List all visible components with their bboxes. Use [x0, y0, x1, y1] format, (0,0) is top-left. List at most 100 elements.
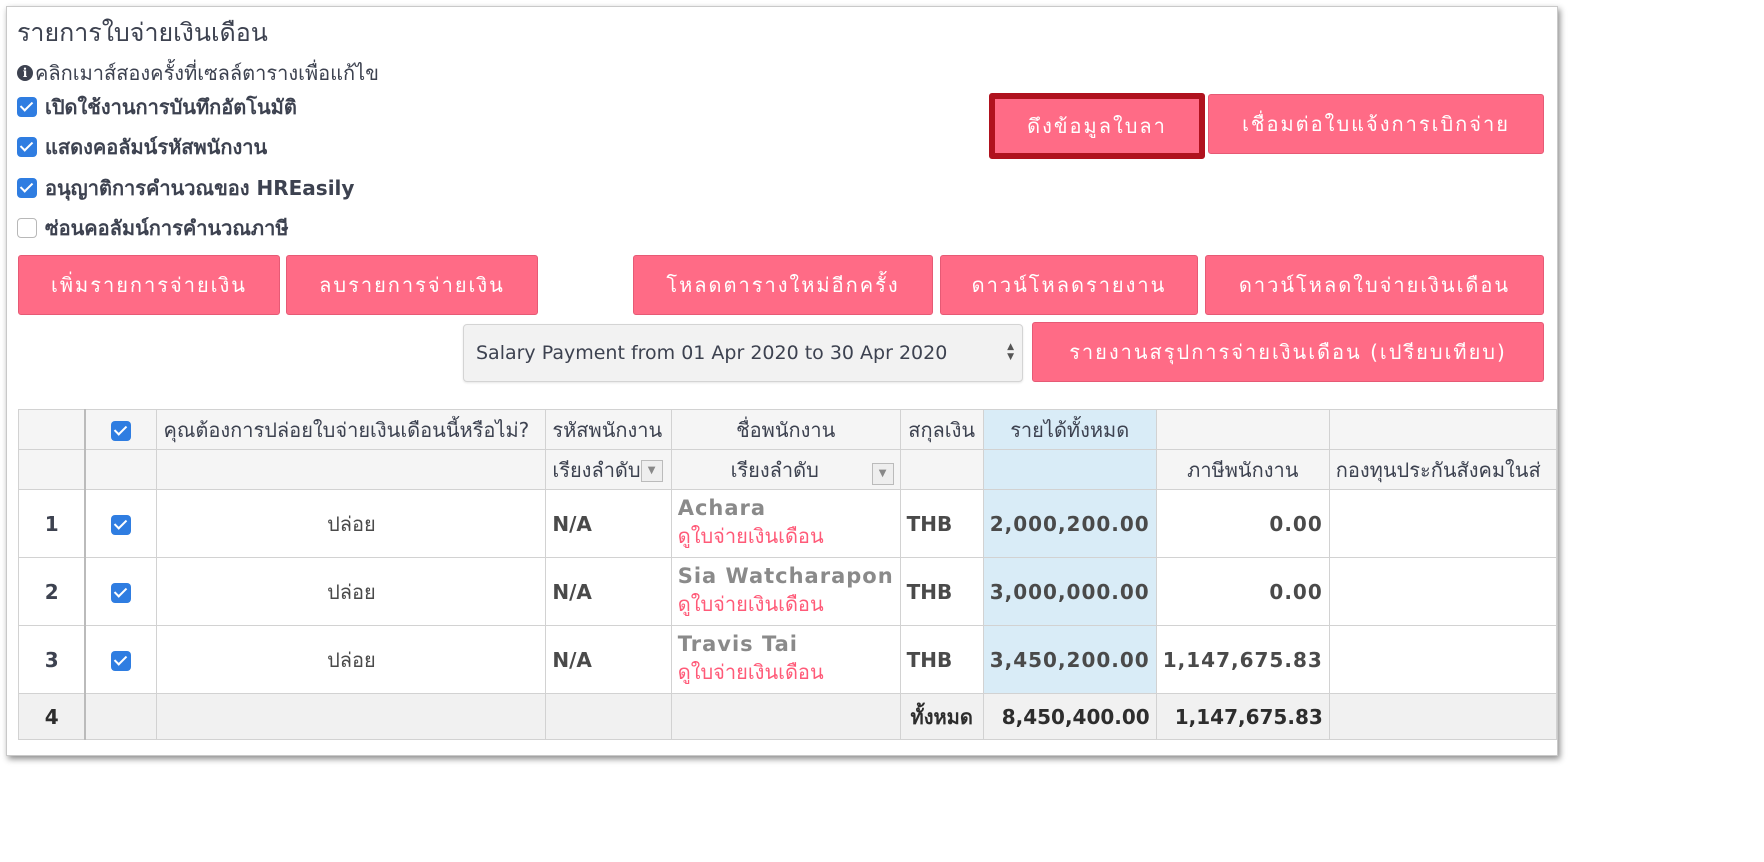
subheader-empty-2 [156, 449, 547, 490]
link-expense-button[interactable]: เชื่อมต่อใบแจ้งการเบิกจ่าย [1208, 94, 1544, 154]
social-fund-cell[interactable] [1328, 625, 1557, 694]
hint-text: คลิกเมาส์สองครั้งที่เซลล์ตารางเพื่อแก้ไข [35, 61, 379, 85]
option-show-emp-code[interactable]: แสดงคอลัมน์รหัสพนักงาน [17, 131, 267, 163]
emp-code-cell[interactable]: N/A [545, 489, 672, 558]
allow-calc-checkbox[interactable] [17, 178, 37, 198]
header-emp-code[interactable]: รหัสพนักงาน [545, 409, 672, 450]
corner-cell [18, 409, 87, 450]
total-empty-1 [84, 693, 158, 740]
add-payment-button[interactable]: เพิ่มรายการจ่ายเงิน [18, 255, 280, 315]
summary-report-button[interactable]: รายงานสรุปการจ่ายเงินเดือน (เปรียบเทียบ) [1032, 322, 1544, 382]
table-row[interactable]: 2 ปล่อย N/A Sia Watcharapon ดูใบจ่ายเงิน… [18, 557, 1557, 626]
hide-tax-checkbox[interactable] [17, 218, 37, 238]
total-row: 4 ทั้งหมด 8,450,400.00 1,147,675.83 [18, 693, 1557, 740]
view-payslip-link[interactable]: ดูใบจ่ายเงินเดือน [678, 520, 894, 552]
row-number: 2 [18, 557, 87, 626]
subheader-empty-3 [899, 449, 984, 490]
row-checkbox[interactable] [111, 583, 132, 603]
tax-cell[interactable]: 0.00 [1155, 489, 1330, 558]
total-tax: 1,147,675.83 [1155, 693, 1330, 740]
social-fund-cell[interactable] [1328, 557, 1557, 626]
currency-cell[interactable]: THB [899, 625, 984, 694]
payroll-panel: รายการใบจ่ายเงินเดือน i คลิกเมาส์สองครั้… [6, 6, 1558, 756]
sort-emp-code[interactable]: เรียงลำดับ ▼ [545, 449, 672, 490]
info-icon: i [17, 65, 33, 81]
table-row[interactable]: 1 ปล่อย N/A Achara ดูใบจ่ายเงินเดือน THB… [18, 489, 1557, 558]
emp-name-cell[interactable]: Travis Tai ดูใบจ่ายเงินเดือน [670, 625, 901, 694]
subheader-row: เรียงลำดับ ▼ เรียงลำดับ ▼ ภาษีพนักงาน กองท… [18, 449, 1557, 490]
edit-hint: i คลิกเมาส์สองครั้งที่เซลล์ตารางเพื่อแก้… [17, 57, 379, 89]
social-fund-cell[interactable] [1328, 489, 1557, 558]
header-row: คุณต้องการปล่อยใบจ่ายเงินเดือนนี้หรือไม่… [18, 409, 1557, 450]
header-emp-tax[interactable]: ภาษีพนักงาน [1155, 449, 1330, 490]
sort-emp-code-label: เรียงลำดับ [552, 457, 641, 482]
row-checkbox-cell [84, 557, 158, 626]
filter-icon[interactable]: ▼ [871, 462, 894, 485]
total-empty-2 [156, 693, 547, 740]
download-payslip-button[interactable]: ดาวน์โหลดใบจ่ายเงินเดือน [1205, 255, 1544, 315]
emp-name: Achara [677, 495, 767, 520]
view-payslip-link[interactable]: ดูใบจ่ายเงินเดือน [678, 588, 894, 620]
show-emp-code-label: แสดงคอลัมน์รหัสพนักงาน [45, 135, 268, 159]
header-currency[interactable]: สกุลเงิน [899, 409, 984, 450]
row-checkbox-cell [84, 625, 158, 694]
currency-cell[interactable]: THB [899, 489, 984, 558]
header-emp-name[interactable]: ชื่อพนักงาน [670, 409, 901, 450]
option-allow-calc[interactable]: อนุญาติการคำนวณของ HREasily [17, 172, 354, 204]
period-select[interactable]: Salary Payment from 01 Apr 2020 to 30 Ap… [463, 324, 1023, 382]
hide-tax-label: ซ่อนคอลัมน์การคำนวณภาษี [45, 216, 289, 240]
row-number: 1 [18, 489, 87, 558]
select-all-checkbox[interactable] [111, 421, 132, 441]
row-number: 4 [18, 693, 87, 740]
payroll-table: คุณต้องการปล่อยใบจ่ายเงินเดือนนี้หรือไม่… [18, 409, 1557, 740]
row-checkbox[interactable] [111, 651, 132, 671]
period-select-value: Salary Payment from 01 Apr 2020 to 30 Ap… [476, 342, 948, 364]
page-title: รายการใบจ่ายเงินเดือน [17, 18, 268, 47]
header-social-fund[interactable]: กองทุนประกันสังคมในส่ [1328, 449, 1557, 490]
release-cell[interactable]: ปล่อย [156, 625, 547, 694]
sort-emp-name-label: เรียงลำดับ [730, 457, 819, 482]
header-total-income[interactable]: รายได้ทั้งหมด [982, 409, 1157, 450]
income-cell[interactable]: 3,450,200.00 [982, 625, 1157, 694]
delete-payment-button[interactable]: ลบรายการจ่ายเงิน [286, 255, 538, 315]
fetch-leave-button[interactable]: ดึงข้อมูลใบลา [989, 93, 1205, 159]
emp-name: Sia Watcharapon [677, 563, 894, 588]
allow-calc-label: อนุญาติการคำนวณของ HREasily [45, 176, 355, 200]
filter-icon[interactable]: ▼ [640, 460, 663, 482]
income-cell[interactable]: 3,000,000.00 [982, 557, 1157, 626]
sort-emp-name[interactable]: เรียงลำดับ ▼ [670, 449, 901, 490]
total-income: 8,450,400.00 [982, 693, 1157, 740]
header-empty-1 [1155, 409, 1330, 450]
total-empty-5 [1328, 693, 1557, 740]
table-row[interactable]: 3 ปล่อย N/A Travis Tai ดูใบจ่ายเงินเดือน… [18, 625, 1557, 694]
autosave-label: เปิดใช้งานการบันทึกอัตโนมัติ [45, 95, 297, 119]
tax-cell[interactable]: 1,147,675.83 [1155, 625, 1330, 694]
currency-cell[interactable]: THB [899, 557, 984, 626]
option-hide-tax[interactable]: ซ่อนคอลัมน์การคำนวณภาษี [17, 212, 289, 244]
reload-table-button[interactable]: โหลดตารางใหม่อีกครั้ง [633, 255, 933, 315]
emp-code-cell[interactable]: N/A [545, 557, 672, 626]
total-empty-3 [545, 693, 672, 740]
show-emp-code-checkbox[interactable] [17, 137, 37, 157]
header-release[interactable]: คุณต้องการปล่อยใบจ่ายเงินเดือนนี้หรือไม่… [156, 409, 547, 450]
emp-name-cell[interactable]: Achara ดูใบจ่ายเงินเดือน [670, 489, 901, 558]
emp-name: Travis Tai [677, 631, 798, 656]
autosave-checkbox[interactable] [17, 97, 37, 117]
subheader-empty-1 [84, 449, 158, 490]
download-report-button[interactable]: ดาวน์โหลดรายงาน [940, 255, 1198, 315]
emp-name-cell[interactable]: Sia Watcharapon ดูใบจ่ายเงินเดือน [670, 557, 901, 626]
release-cell[interactable]: ปล่อย [156, 489, 547, 558]
subheader-income [982, 449, 1157, 490]
header-empty-2 [1328, 409, 1557, 450]
view-payslip-link[interactable]: ดูใบจ่ายเงินเดือน [678, 656, 894, 688]
subheader-corner [18, 449, 87, 490]
income-cell[interactable]: 2,000,200.00 [982, 489, 1157, 558]
row-number: 3 [18, 625, 87, 694]
total-label: ทั้งหมด [899, 693, 984, 740]
tax-cell[interactable]: 0.00 [1155, 557, 1330, 626]
row-checkbox[interactable] [111, 515, 132, 535]
option-autosave[interactable]: เปิดใช้งานการบันทึกอัตโนมัติ [17, 91, 297, 123]
emp-code-cell[interactable]: N/A [545, 625, 672, 694]
release-cell[interactable]: ปล่อย [156, 557, 547, 626]
row-checkbox-cell [84, 489, 158, 558]
